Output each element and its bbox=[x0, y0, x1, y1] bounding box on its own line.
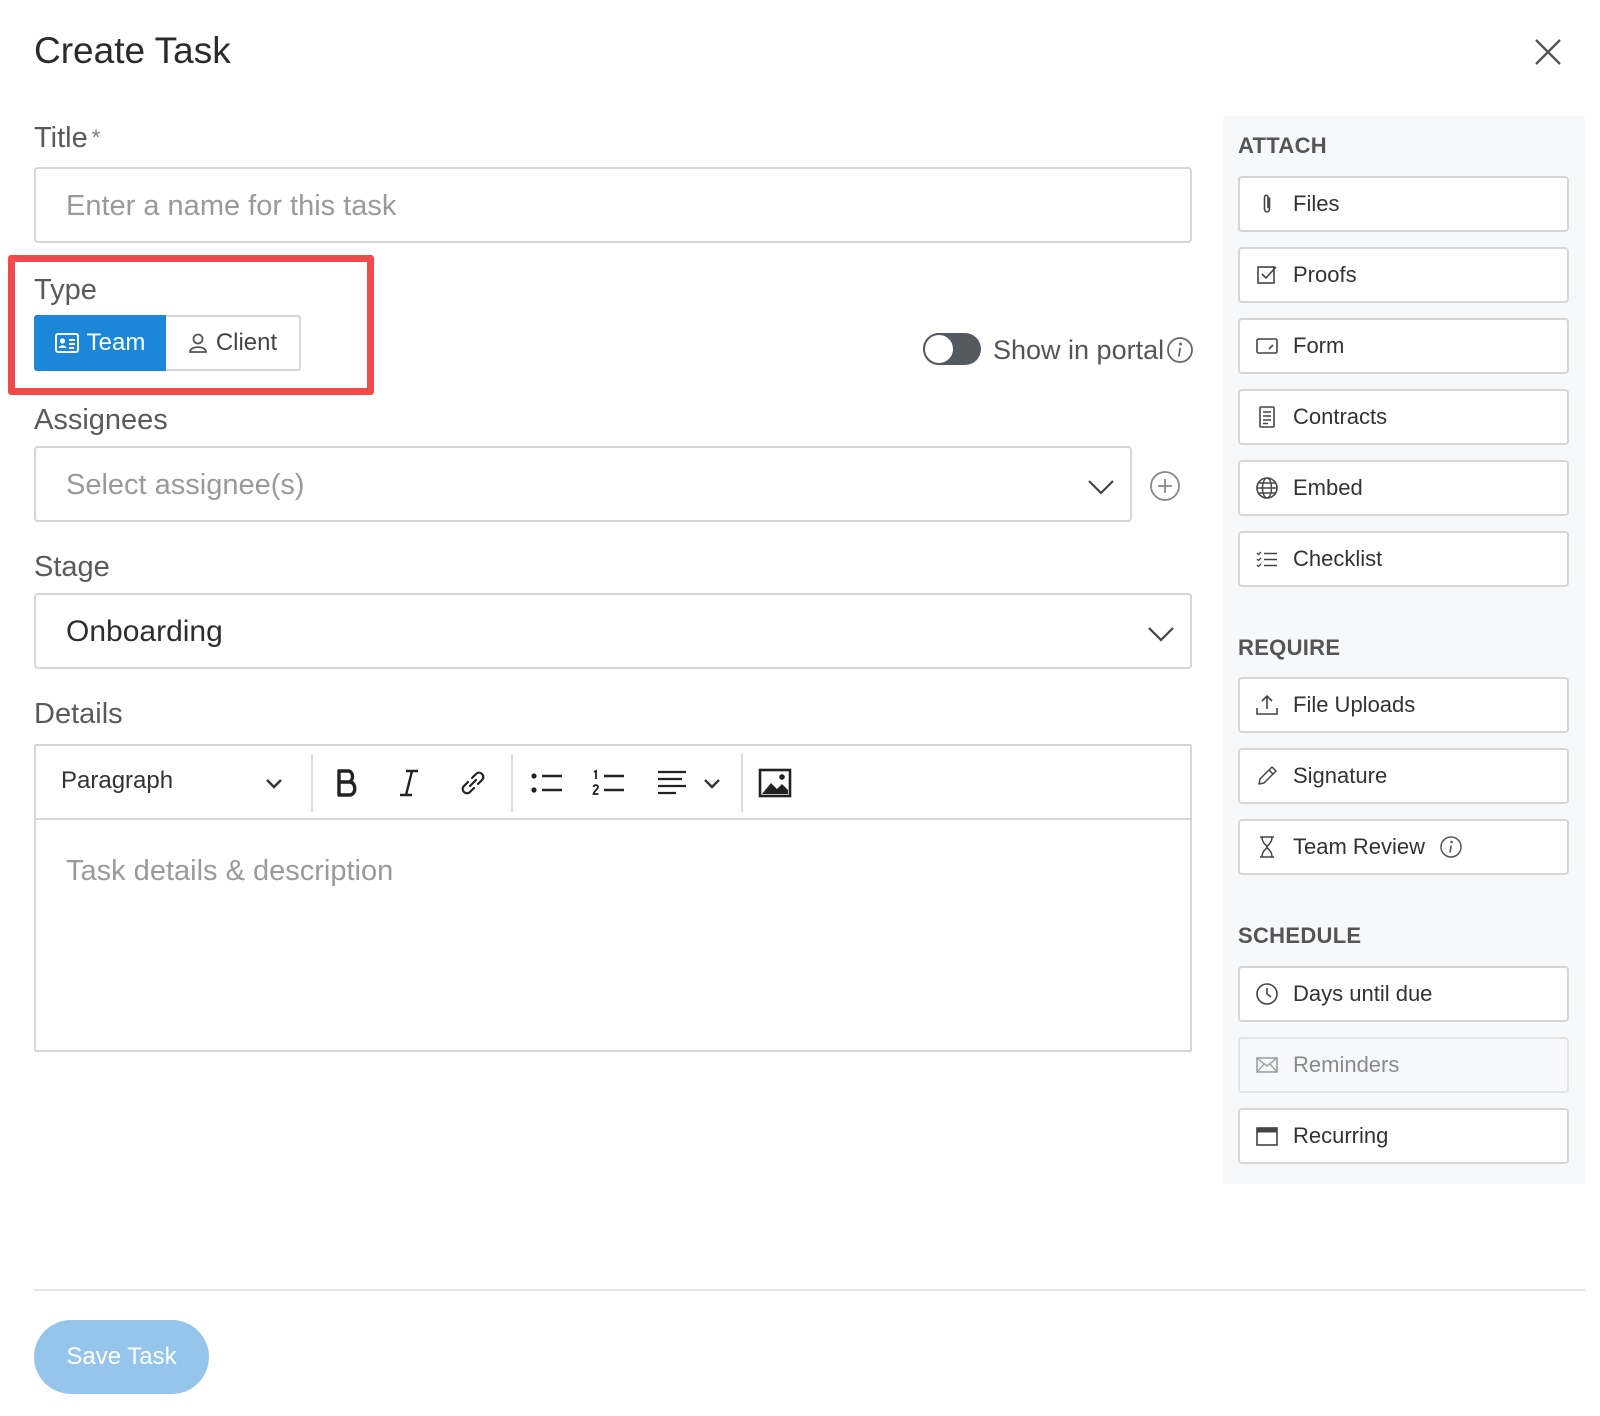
require-file-uploads-button[interactable]: File Uploads bbox=[1238, 677, 1569, 733]
details-label: Details bbox=[34, 698, 123, 730]
assignees-select[interactable]: Select assignee(s) bbox=[34, 446, 1132, 522]
attach-form-label: Form bbox=[1293, 333, 1345, 358]
attach-checklist-label: Checklist bbox=[1293, 546, 1383, 571]
document-icon bbox=[1259, 406, 1275, 428]
attach-contracts-button[interactable]: Contracts bbox=[1238, 389, 1569, 445]
pen-icon bbox=[1258, 766, 1277, 785]
image-icon[interactable] bbox=[758, 766, 792, 800]
schedule-heading: SCHEDULE bbox=[1238, 923, 1362, 948]
editor-toolbar: Paragraph bbox=[36, 746, 1190, 820]
link-icon[interactable] bbox=[456, 766, 490, 800]
clock-icon bbox=[1256, 983, 1278, 1005]
assignees-placeholder: Select assignee(s) bbox=[66, 469, 305, 501]
title-label-text: Title bbox=[34, 122, 88, 154]
require-signature-label: Signature bbox=[1293, 763, 1388, 788]
require-team-review-button[interactable]: Team Review bbox=[1238, 819, 1569, 875]
attach-checklist-button[interactable]: Checklist bbox=[1238, 531, 1569, 587]
toolbar-separator bbox=[511, 754, 513, 812]
schedule-recurring-button[interactable]: Recurring bbox=[1238, 1108, 1569, 1164]
require-signature-button[interactable]: Signature bbox=[1238, 748, 1569, 804]
require-team-review-label: Team Review bbox=[1293, 834, 1426, 859]
globe-icon bbox=[1256, 477, 1278, 499]
title-placeholder: Enter a name for this task bbox=[66, 190, 397, 222]
assignees-label: Assignees bbox=[34, 404, 168, 436]
envelope-icon bbox=[1256, 1057, 1278, 1073]
require-heading: REQUIRE bbox=[1238, 635, 1341, 660]
paperclip-icon bbox=[1263, 194, 1271, 213]
chevron-down-icon bbox=[1088, 480, 1114, 495]
numbered-list-icon[interactable] bbox=[592, 766, 626, 800]
stage-value: Onboarding bbox=[66, 615, 223, 648]
title-label: Title * bbox=[34, 120, 100, 156]
title-input[interactable]: Enter a name for this task bbox=[34, 167, 1192, 243]
schedule-days-until-due-label: Days until due bbox=[1293, 981, 1433, 1006]
dialog-title: Create Task bbox=[34, 30, 231, 71]
upload-icon bbox=[1256, 694, 1278, 715]
list-check-icon bbox=[1256, 551, 1277, 568]
save-task-button[interactable]: Save Task bbox=[34, 1320, 209, 1394]
checkbox-icon bbox=[1257, 266, 1277, 284]
hourglass-icon bbox=[1260, 836, 1274, 858]
block-format-value: Paragraph bbox=[61, 767, 174, 794]
toolbar-separator bbox=[741, 754, 743, 812]
bold-icon[interactable] bbox=[330, 766, 364, 800]
stage-label: Stage bbox=[34, 551, 110, 583]
details-placeholder[interactable]: Task details & description bbox=[66, 853, 393, 889]
italic-icon[interactable] bbox=[392, 766, 426, 800]
attach-form-button[interactable]: Form bbox=[1238, 318, 1569, 374]
show-in-portal-label: Show in portal bbox=[993, 335, 1165, 365]
required-mark: * bbox=[91, 125, 101, 150]
info-icon[interactable] bbox=[1166, 336, 1194, 364]
attach-proofs-label: Proofs bbox=[1293, 262, 1357, 287]
attach-heading: ATTACH bbox=[1238, 133, 1327, 158]
chevron-down-icon[interactable] bbox=[702, 774, 722, 794]
info-icon[interactable] bbox=[1439, 835, 1463, 859]
toolbar-separator bbox=[311, 754, 313, 812]
schedule-days-until-due-button[interactable]: Days until due bbox=[1238, 966, 1569, 1022]
attach-contracts-label: Contracts bbox=[1293, 404, 1388, 429]
chevron-down-icon[interactable] bbox=[264, 774, 284, 794]
add-assignee-icon[interactable] bbox=[1149, 470, 1181, 502]
block-format-select[interactable]: Paragraph bbox=[61, 765, 173, 797]
attach-embed-button[interactable]: Embed bbox=[1238, 460, 1569, 516]
show-in-portal-toggle[interactable] bbox=[923, 333, 981, 365]
type-highlight-box bbox=[8, 255, 374, 395]
close-icon[interactable] bbox=[1530, 34, 1566, 70]
schedule-recurring-label: Recurring bbox=[1293, 1123, 1389, 1148]
attach-files-button[interactable]: Files bbox=[1238, 176, 1569, 232]
chevron-down-icon bbox=[1148, 627, 1174, 642]
attach-embed-label: Embed bbox=[1293, 475, 1363, 500]
save-task-label: Save Task bbox=[66, 1343, 177, 1370]
form-icon bbox=[1256, 338, 1278, 354]
attach-proofs-button[interactable]: Proofs bbox=[1238, 247, 1569, 303]
schedule-reminders-label: Reminders bbox=[1293, 1052, 1400, 1077]
footer-divider bbox=[34, 1289, 1585, 1291]
calendar-icon bbox=[1256, 1127, 1278, 1146]
toggle-knob bbox=[923, 333, 955, 365]
attach-files-label: Files bbox=[1293, 191, 1340, 216]
details-editor: Paragraph Task details & description bbox=[34, 744, 1192, 1052]
stage-select[interactable]: Onboarding bbox=[34, 593, 1192, 669]
require-file-uploads-label: File Uploads bbox=[1293, 692, 1416, 717]
bullet-list-icon[interactable] bbox=[530, 766, 564, 800]
schedule-reminders-button: Reminders bbox=[1238, 1037, 1569, 1093]
align-left-icon[interactable] bbox=[656, 766, 690, 800]
